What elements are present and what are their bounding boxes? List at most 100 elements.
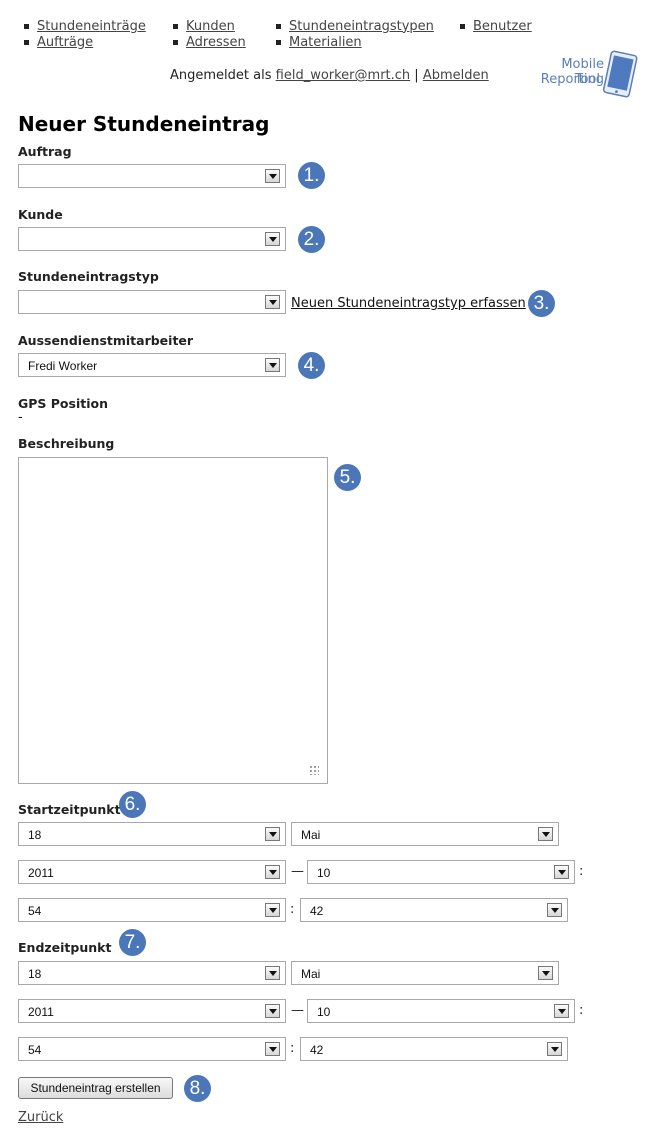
step-badge-2: 2.: [298, 226, 325, 253]
resize-grip-icon[interactable]: [309, 765, 319, 775]
bullet-icon: [173, 39, 178, 45]
time-colon: :: [290, 1041, 295, 1056]
ende-day-value: 18: [28, 967, 42, 981]
nav-link-materialien[interactable]: Materialien: [289, 35, 362, 50]
typ-select[interactable]: [18, 290, 286, 314]
start-second-value: 42: [310, 904, 324, 918]
chevron-down-icon: [265, 169, 280, 183]
chevron-down-icon: [265, 966, 280, 980]
chevron-down-icon: [547, 1042, 562, 1056]
mitarbeiter-select[interactable]: Fredi Worker: [18, 353, 286, 377]
nav-link-benutzer[interactable]: Benutzer: [473, 19, 532, 34]
nav-column-1: Stundeneinträge Aufträge: [24, 18, 146, 50]
time-colon: :: [579, 1003, 584, 1018]
nav-link-adressen[interactable]: Adressen: [186, 35, 246, 50]
date-time-dash: —: [291, 1003, 304, 1018]
bullet-icon: [24, 23, 29, 29]
start-year-value: 2011: [28, 866, 54, 880]
auftrag-select[interactable]: [18, 164, 286, 188]
bullet-icon: [24, 39, 29, 45]
nav-column-4: Benutzer: [460, 18, 532, 34]
start-minute-select[interactable]: 54: [18, 898, 286, 922]
app-logo: Mobile Reporting Tool: [502, 50, 642, 100]
mitarbeiter-label: Aussendienstmitarbeiter: [18, 333, 194, 348]
user-link[interactable]: field_worker@mrt.ch: [276, 68, 411, 83]
chevron-down-icon: [265, 1042, 280, 1056]
chevron-down-icon: [265, 827, 280, 841]
bullet-icon: [460, 23, 465, 29]
ende-second-value: 42: [310, 1043, 324, 1057]
chevron-down-icon: [554, 1004, 569, 1018]
beschreibung-label: Beschreibung: [18, 436, 115, 451]
step-badge-3: 3.: [528, 290, 555, 317]
start-year-select[interactable]: 2011: [18, 860, 286, 884]
step-badge-6: 6.: [119, 791, 146, 818]
page-title: Neuer Stundeneintrag: [18, 112, 270, 136]
chevron-down-icon: [265, 903, 280, 917]
ende-minute-select[interactable]: 54: [18, 1037, 286, 1061]
chevron-down-icon: [265, 865, 280, 879]
typ-label: Stundeneintragstyp: [18, 269, 159, 284]
start-second-select[interactable]: 42: [300, 898, 568, 922]
start-hour-select[interactable]: 10: [307, 860, 575, 884]
gps-label: GPS Position: [18, 396, 108, 411]
back-link[interactable]: Zurück: [18, 1110, 63, 1125]
kunde-label: Kunde: [18, 207, 63, 222]
chevron-down-icon: [265, 1004, 280, 1018]
date-time-dash: —: [291, 864, 304, 879]
chevron-down-icon: [538, 827, 553, 841]
tablet-icon: [602, 50, 638, 98]
bullet-icon: [173, 23, 178, 29]
beschreibung-textarea[interactable]: [18, 457, 328, 784]
ende-month-value: Mai: [301, 967, 321, 981]
submit-button[interactable]: Stundeneintrag erstellen: [18, 1077, 173, 1099]
login-prefix: Angemeldet als: [170, 68, 272, 83]
ende-month-select[interactable]: Mai: [291, 961, 559, 985]
ende-day-select[interactable]: 18: [18, 961, 286, 985]
chevron-down-icon: [265, 295, 280, 309]
start-month-select[interactable]: Mai: [291, 822, 559, 846]
ende-year-value: 2011: [28, 1005, 54, 1019]
chevron-down-icon: [554, 865, 569, 879]
ende-second-select[interactable]: 42: [300, 1037, 568, 1061]
start-day-value: 18: [28, 828, 42, 842]
step-badge-1: 1.: [298, 162, 325, 189]
step-badge-8: 8.: [184, 1075, 211, 1102]
step-badge-4: 4.: [298, 352, 325, 379]
start-label: Startzeitpunkt: [18, 802, 121, 817]
time-colon: :: [579, 864, 584, 879]
nav-column-3: Stundeneintragstypen Materialien: [276, 18, 434, 50]
bullet-icon: [276, 23, 281, 29]
logout-link[interactable]: Abmelden: [423, 68, 489, 83]
ende-hour-select[interactable]: 10: [307, 999, 575, 1023]
ende-label: Endzeitpunkt: [18, 940, 112, 955]
logo-text-line2: Tool: [574, 72, 600, 87]
chevron-down-icon: [265, 232, 280, 246]
nav-link-stundeneintragstypen[interactable]: Stundeneintragstypen: [289, 19, 434, 34]
nav-column-2: Kunden Adressen: [173, 18, 246, 50]
ende-minute-value: 54: [28, 1043, 42, 1057]
bullet-icon: [276, 39, 281, 45]
step-badge-5: 5.: [334, 464, 361, 491]
chevron-down-icon: [547, 903, 562, 917]
chevron-down-icon: [538, 966, 553, 980]
start-day-select[interactable]: 18: [18, 822, 286, 846]
nav-link-kunden[interactable]: Kunden: [186, 19, 235, 34]
login-status: Angemeldet als field_worker@mrt.ch | Abm…: [170, 68, 489, 83]
gps-value: -: [18, 410, 23, 425]
time-colon: :: [290, 902, 295, 917]
nav-link-stundeneintraege[interactable]: Stundeneinträge: [37, 19, 146, 34]
nav-link-auftraege[interactable]: Aufträge: [37, 35, 93, 50]
new-typ-link[interactable]: Neuen Stundeneintragstyp erfassen: [291, 296, 526, 311]
mitarbeiter-value: Fredi Worker: [28, 359, 98, 373]
step-badge-7: 7.: [119, 929, 146, 956]
login-separator: |: [414, 68, 419, 83]
start-hour-value: 10: [317, 866, 331, 880]
chevron-down-icon: [265, 358, 280, 372]
kunde-select[interactable]: [18, 227, 286, 251]
start-month-value: Mai: [301, 828, 321, 842]
start-minute-value: 54: [28, 904, 42, 918]
auftrag-label: Auftrag: [18, 144, 72, 159]
ende-hour-value: 10: [317, 1005, 331, 1019]
ende-year-select[interactable]: 2011: [18, 999, 286, 1023]
